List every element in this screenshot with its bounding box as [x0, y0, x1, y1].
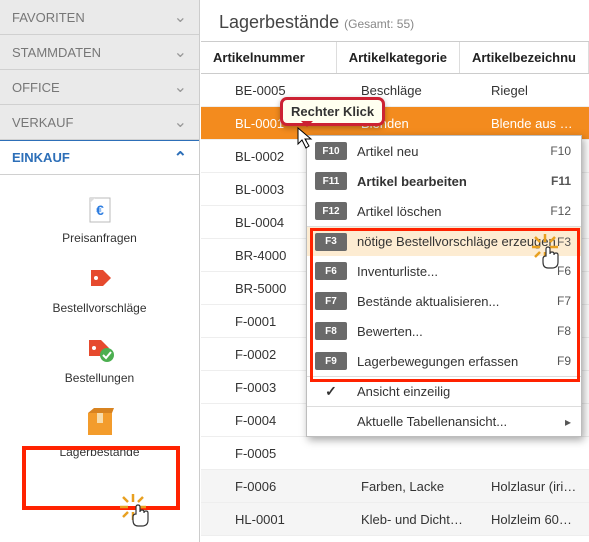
menu-item-label: Artikel bearbeiten — [357, 174, 551, 189]
cell-artikelkategorie: Kleb- und Dichto... — [349, 512, 479, 527]
sidebar-group-label: STAMMDATEN — [12, 45, 101, 60]
sidebar-item-label: Lagerbestände — [0, 445, 199, 459]
shortcut-badge: F12 — [315, 202, 347, 220]
chevron-down-icon: ⌄ — [174, 42, 187, 62]
sidebar-item-bestellvorschlaege[interactable]: Bestellvorschläge — [0, 265, 199, 315]
sidebar-item-lagerbestaende[interactable]: Lagerbestände — [0, 405, 199, 459]
svg-text:€: € — [96, 202, 104, 218]
cell-artikelnummer: F-0006 — [201, 479, 349, 494]
sidebar-group-label: FAVORITEN — [12, 10, 85, 25]
menu-item-shortcut: F8 — [557, 324, 571, 338]
chevron-down-icon: ⌄ — [174, 112, 187, 132]
menu-item-label: Artikel neu — [357, 144, 550, 159]
chevron-down-icon: ⌄ — [174, 77, 187, 97]
cell-artikelnummer: HL-0001 — [201, 512, 349, 527]
tag-check-icon — [83, 335, 117, 365]
title-text: Lagerbestände — [219, 12, 339, 32]
sidebar-item-preisanfragen[interactable]: € Preisanfragen — [0, 195, 199, 245]
sidebar-group-stammdaten[interactable]: STAMMDATEN ⌄ — [0, 35, 199, 70]
menu-item-label: Artikel löschen — [357, 204, 550, 219]
chevron-up-icon: ⌃ — [174, 148, 187, 168]
shortcut-badge: F3 — [315, 233, 347, 251]
sidebar-subitems: € Preisanfragen Bestellvorschläge Bestel… — [0, 175, 199, 459]
cell-artikelnummer: BE-0005 — [201, 83, 349, 98]
shortcut-badge: ✓ — [315, 383, 347, 401]
euro-doc-icon: € — [83, 195, 117, 225]
tooltip-rechter-klick: Rechter Klick — [280, 97, 385, 126]
col-artikelnummer[interactable]: Artikelnummer — [201, 42, 337, 73]
menu-item-shortcut: F7 — [557, 294, 571, 308]
cell-artikelkategorie: Farben, Lacke — [349, 479, 479, 494]
sidebar-group-label: OFFICE — [12, 80, 60, 95]
sidebar-item-label: Bestellungen — [0, 371, 199, 385]
sidebar-item-label: Bestellvorschläge — [0, 301, 199, 315]
shortcut-badge: F9 — [315, 352, 347, 370]
shortcut-badge: F11 — [315, 172, 347, 190]
tag-icon — [83, 265, 117, 295]
menu-item-shortcut: F6 — [557, 264, 571, 278]
page-title: Lagerbestände (Gesamt: 55) — [201, 0, 589, 41]
table-header: Artikelnummer Artikelkategorie Artikelbe… — [201, 41, 589, 74]
sidebar-group-verkauf[interactable]: VERKAUF ⌄ — [0, 105, 199, 140]
sidebar-group-label: EINKAUF — [12, 150, 70, 165]
table-row[interactable]: F-0005 — [201, 437, 589, 470]
shortcut-badge: F8 — [315, 322, 347, 340]
sidebar-group-einkauf[interactable]: EINKAUF ⌃ — [0, 140, 199, 175]
menu-item-shortcut: ▸ — [565, 415, 571, 429]
menu-item-label: Lagerbewegungen erfassen — [357, 354, 557, 369]
menu-item[interactable]: F6Inventurliste...F6 — [307, 256, 581, 286]
col-artikelbezeichnung[interactable]: Artikelbezeichnu — [460, 42, 589, 73]
menu-item-shortcut: F12 — [550, 204, 571, 218]
col-artikelkategorie[interactable]: Artikelkategorie — [337, 42, 460, 73]
cell-artikelbezeichnung: Riegel — [479, 83, 589, 98]
cell-artikelbezeichnung: Holzlasur (irischg — [479, 479, 589, 494]
menu-item-label: Bestände aktualisieren... — [357, 294, 557, 309]
sidebar: FAVORITEN ⌄ STAMMDATEN ⌄ OFFICE ⌄ VERKAU… — [0, 0, 200, 542]
chevron-down-icon: ⌄ — [174, 7, 187, 27]
sidebar-group-favoriten[interactable]: FAVORITEN ⌄ — [0, 0, 199, 35]
sidebar-group-label: VERKAUF — [12, 115, 73, 130]
menu-item[interactable]: F7Bestände aktualisieren...F7 — [307, 286, 581, 316]
menu-item-shortcut: F10 — [550, 144, 571, 158]
cell-artikelnummer: F-0005 — [201, 446, 349, 461]
menu-item-label: Ansicht einzeilig — [357, 384, 571, 399]
shortcut-badge: F7 — [315, 292, 347, 310]
cell-artikelbezeichnung: Blende aus Buche — [479, 116, 589, 131]
shortcut-badge: F6 — [315, 262, 347, 280]
menu-item-shortcut: F3 — [557, 235, 571, 249]
table-row[interactable]: BE-0005BeschlägeRiegel — [201, 74, 589, 107]
sidebar-item-bestellungen[interactable]: Bestellungen — [0, 335, 199, 385]
sidebar-item-label: Preisanfragen — [0, 231, 199, 245]
menu-item[interactable]: Aktuelle Tabellenansicht...▸ — [307, 406, 581, 436]
menu-item[interactable]: F12Artikel löschenF12 — [307, 196, 581, 226]
menu-item-shortcut: F9 — [557, 354, 571, 368]
table-row[interactable]: F-0006Farben, LackeHolzlasur (irischg — [201, 470, 589, 503]
shortcut-badge — [315, 413, 347, 431]
menu-item-shortcut: F11 — [551, 174, 571, 188]
cell-artikelbezeichnung: Holzleim 60g Exp — [479, 512, 589, 527]
menu-item[interactable]: F10Artikel neuF10 — [307, 136, 581, 166]
sidebar-group-office[interactable]: OFFICE ⌄ — [0, 70, 199, 105]
menu-item-label: Aktuelle Tabellenansicht... — [357, 414, 565, 429]
menu-item-label: Inventurliste... — [357, 264, 557, 279]
cell-artikelkategorie: Beschläge — [349, 83, 479, 98]
table-row[interactable]: HL-0001Kleb- und Dichto...Holzleim 60g E… — [201, 503, 589, 536]
menu-item[interactable]: ✓ Ansicht einzeilig — [307, 376, 581, 406]
menu-item-label: nötige Bestellvorschläge erzeugen — [357, 234, 557, 249]
package-icon — [80, 405, 120, 439]
context-menu: F10Artikel neuF10F11Artikel bearbeitenF1… — [306, 135, 582, 437]
shortcut-badge: F10 — [315, 142, 347, 160]
menu-item[interactable]: F9Lagerbewegungen erfassenF9 — [307, 346, 581, 376]
menu-item-label: Bewerten... — [357, 324, 557, 339]
menu-item[interactable]: F8Bewerten...F8 — [307, 316, 581, 346]
menu-item[interactable]: F3nötige Bestellvorschläge erzeugenF3 — [307, 226, 581, 256]
menu-item[interactable]: F11Artikel bearbeitenF11 — [307, 166, 581, 196]
count-label: (Gesamt: 55) — [344, 17, 414, 31]
